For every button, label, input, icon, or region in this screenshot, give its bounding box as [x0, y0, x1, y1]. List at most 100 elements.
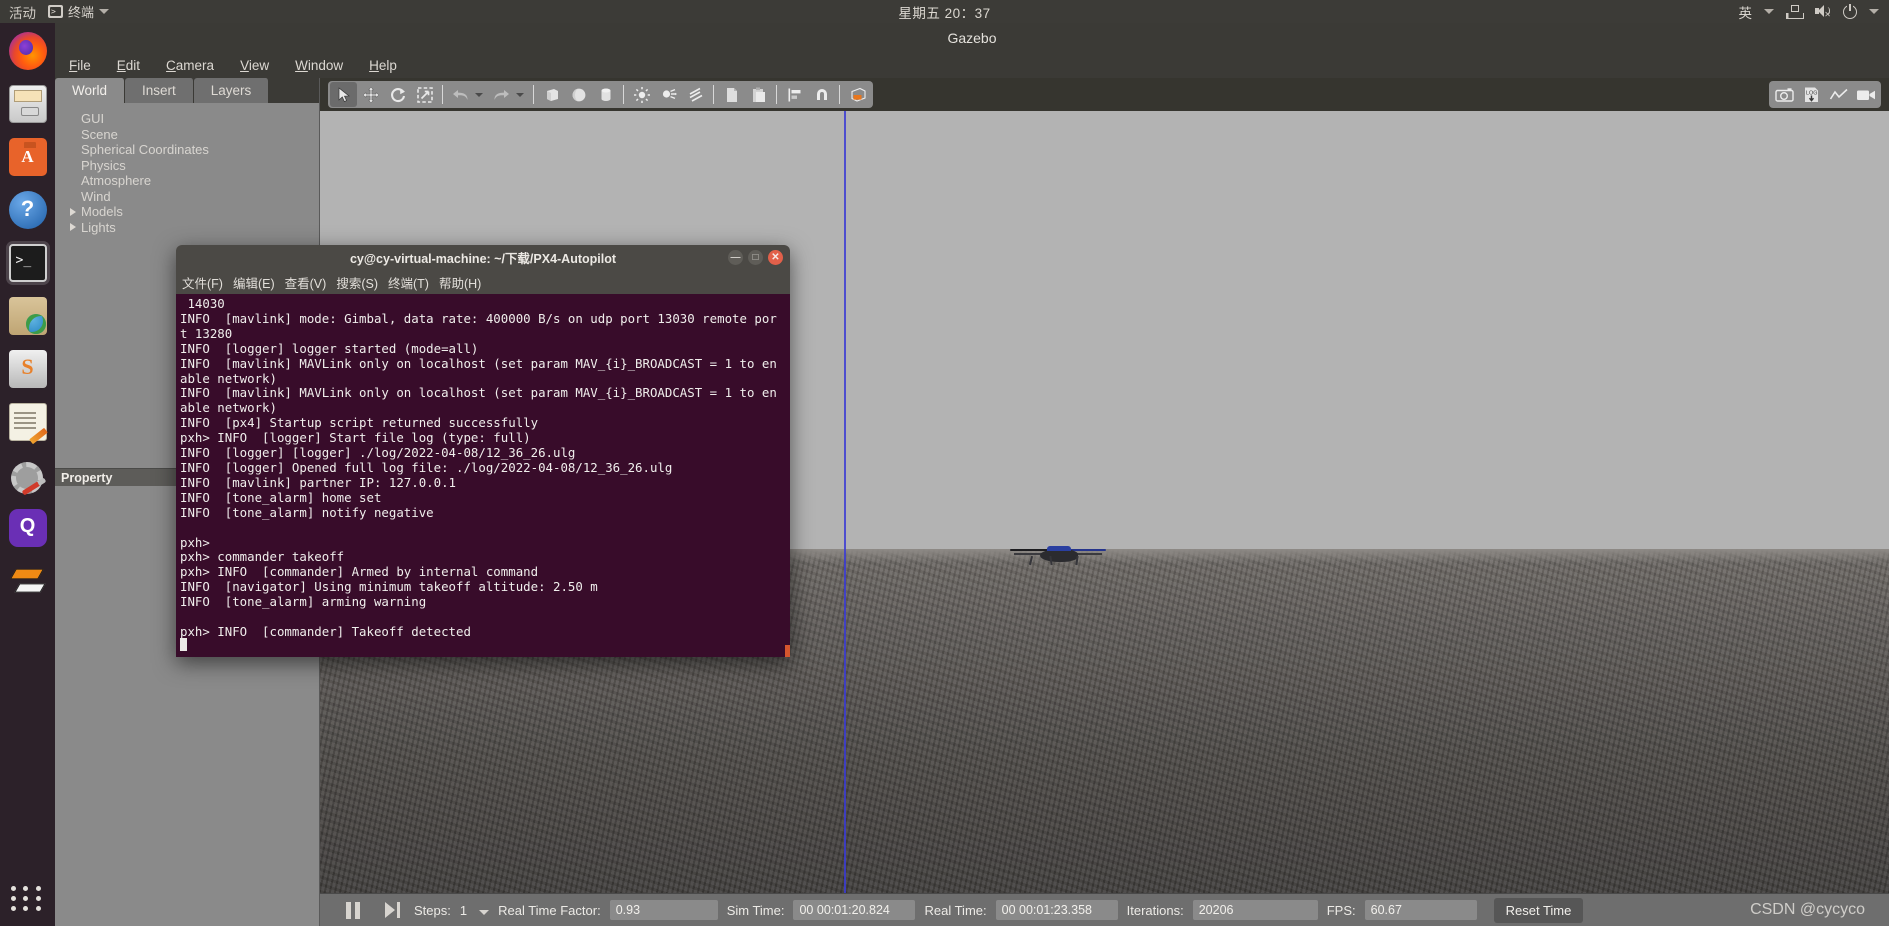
snap-magnet-icon[interactable] [808, 82, 835, 107]
tab-layers[interactable]: Layers [193, 78, 270, 103]
dock-item-firefox[interactable] [6, 29, 50, 73]
tree-item-spherical-coordinates[interactable]: Spherical Coordinates [65, 142, 319, 158]
real-time-factor-value: 0.93 [609, 900, 718, 920]
dock-item-sublime[interactable] [6, 347, 50, 391]
copy-icon[interactable] [718, 82, 745, 107]
show-applications-button[interactable] [10, 886, 45, 912]
undo-dropdown-icon[interactable] [475, 92, 483, 97]
terminal-line: 14030 [180, 296, 225, 311]
menu-view[interactable]: View [240, 58, 269, 73]
steps-value[interactable]: 1 [460, 903, 467, 918]
tab-world[interactable]: World [55, 78, 126, 103]
terminal-line: pxh> [180, 534, 210, 550]
dock-item-tools[interactable] [6, 453, 50, 497]
dock-item-editor[interactable] [6, 400, 50, 444]
cylinder-icon[interactable] [592, 82, 619, 107]
tree-item-models[interactable]: Models [65, 204, 319, 220]
spot-light-icon[interactable] [655, 82, 682, 107]
menu-file[interactable]: File [69, 58, 91, 73]
layers-icon [9, 562, 47, 600]
terminal-line: INFO [tone_alarm] arming warning [180, 594, 427, 610]
scale-icon[interactable] [411, 82, 438, 107]
terminal-menu-terminal[interactable]: 终端(T) [388, 273, 429, 292]
select-arrow-icon[interactable] [330, 82, 357, 107]
dock-item-software[interactable] [6, 135, 50, 179]
dock-item-amazon[interactable] [6, 294, 50, 338]
undo-icon[interactable] [447, 82, 474, 107]
terminal-scrollbar[interactable] [785, 294, 790, 657]
tab-insert[interactable]: Insert [125, 78, 194, 103]
tree-item-wind[interactable]: Wind [65, 189, 319, 205]
gazebo-title: Gazebo [947, 29, 997, 46]
chevron-down-icon[interactable] [479, 909, 490, 915]
maximize-button[interactable]: □ [748, 250, 763, 265]
minimize-button[interactable]: — [728, 250, 743, 265]
reset-time-button[interactable]: Reset Time [1493, 897, 1584, 923]
clock[interactable]: 星期五 20：37 [0, 2, 1889, 22]
terminal-title-bar[interactable]: cy@cy-virtual-machine: ~/下载/PX4-Autopilo… [176, 245, 790, 270]
terminal-window[interactable]: cy@cy-virtual-machine: ~/下载/PX4-Autopilo… [176, 245, 790, 657]
paste-icon[interactable] [745, 82, 772, 107]
dock-item-terminal[interactable] [5, 241, 50, 285]
terminal-title: cy@cy-virtual-machine: ~/下载/PX4-Autopilo… [349, 252, 617, 266]
help-icon [8, 191, 47, 229]
tree-item-lights[interactable]: Lights [65, 220, 319, 236]
tree-item-scene[interactable]: Scene [65, 127, 319, 143]
terminal-menu-edit[interactable]: 编辑(E) [233, 273, 275, 292]
tree-item-atmosphere[interactable]: Atmosphere [65, 173, 319, 189]
step-button[interactable] [385, 900, 405, 920]
terminal-line: pxh> INFO [commander] Armed by internal … [180, 564, 539, 580]
plot-chart-icon[interactable] [1825, 82, 1852, 107]
terminal-line: INFO [tone_alarm] home set [180, 489, 382, 505]
terminal-output[interactable]: 14030 INFO [mavlink] mode: Gimbal, data … [176, 294, 790, 657]
translate-move-icon[interactable] [357, 82, 384, 107]
pause-button[interactable] [342, 900, 364, 920]
terminal-menu-search[interactable]: 搜索(S) [336, 273, 378, 292]
terminal-line: INFO [logger] Opened full log file: ./lo… [180, 459, 673, 475]
sphere-icon[interactable] [565, 82, 592, 107]
rotate-icon[interactable] [384, 82, 411, 107]
redo-dropdown-icon[interactable] [516, 92, 524, 97]
terminal-line: INFO [logger] [logger] ./log/2022-04-08/… [180, 445, 576, 461]
volume-muted-icon[interactable]: ✕ [1814, 4, 1831, 19]
menu-edit[interactable]: Edit [117, 58, 140, 73]
power-icon[interactable] [1843, 3, 1857, 19]
menu-help[interactable]: Help [369, 58, 397, 73]
firefox-icon [8, 32, 47, 70]
terminal-line: INFO [logger] logger started (mode=all) [180, 340, 479, 356]
dock-item-qgroundcontrol[interactable] [6, 506, 50, 550]
terminal-line: INFO [navigator] Using minimum takeoff a… [180, 579, 598, 595]
watermark: CSDN @cycyco [1750, 901, 1865, 918]
tree-item-gui[interactable]: GUI [65, 111, 319, 127]
column-header-property: Property [61, 470, 113, 485]
menu-window[interactable]: Window [295, 58, 343, 73]
box-icon[interactable] [538, 82, 565, 107]
dock-item-gazebo[interactable] [6, 559, 50, 603]
log-record-icon[interactable]: LOG [1798, 82, 1825, 107]
screenshot-camera-icon[interactable] [1771, 82, 1798, 107]
terminal-menu-file[interactable]: 文件(F) [182, 273, 223, 292]
view-bounds-icon[interactable] [844, 82, 871, 107]
terminal-line: INFO [mavlink] MAVLink only on localhost… [180, 355, 777, 371]
iris-quadcopter-drone[interactable] [1010, 544, 1106, 568]
terminal-menu-view[interactable]: 查看(V) [285, 273, 327, 292]
gazebo-panel-tabs: World Insert Layers [55, 78, 319, 103]
align-icon[interactable] [781, 82, 808, 107]
menu-camera[interactable]: Camera [166, 58, 214, 73]
chevron-right-icon[interactable] [65, 207, 81, 216]
network-icon[interactable] [1786, 4, 1804, 19]
real-time-label: Real Time: [924, 902, 987, 918]
chevron-right-icon[interactable] [65, 223, 81, 232]
vertical-blue-axis [844, 111, 846, 893]
dock-item-help[interactable] [6, 188, 50, 232]
terminal-menu-help[interactable]: 帮助(H) [439, 273, 481, 292]
video-record-icon[interactable] [1852, 82, 1879, 107]
close-button[interactable]: ✕ [768, 250, 783, 265]
redo-icon[interactable] [488, 82, 515, 107]
dock-item-files[interactable] [6, 82, 50, 126]
tree-item-physics[interactable]: Physics [65, 158, 319, 174]
toolbar-right-group: LOG [1769, 81, 1881, 108]
point-light-icon[interactable] [628, 82, 655, 107]
directional-light-icon[interactable] [682, 82, 709, 107]
